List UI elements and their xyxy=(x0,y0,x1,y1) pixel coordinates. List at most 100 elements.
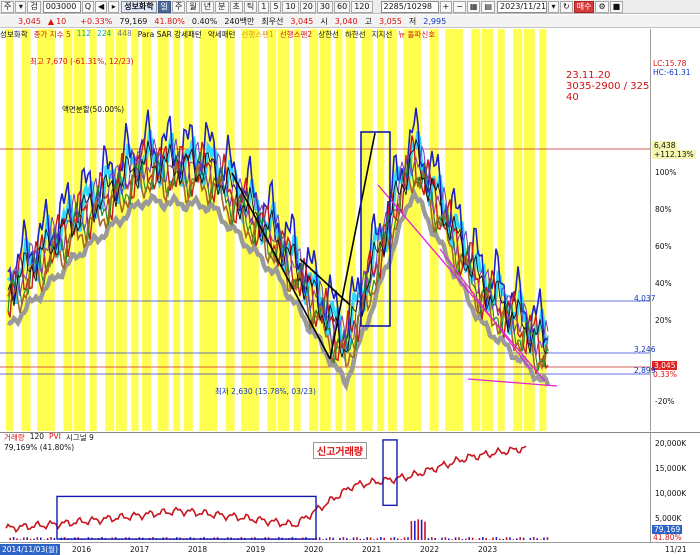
volume-bar xyxy=(339,537,341,541)
axis-top-label: LC:15.78 xyxy=(653,59,687,68)
highlight-band xyxy=(142,29,151,431)
axis-top-label: HC:-61.31 xyxy=(653,68,691,77)
date-end-label: 11/21 xyxy=(665,545,687,554)
volume-bar xyxy=(16,538,18,541)
range-input[interactable]: 2285/10298 xyxy=(380,0,439,13)
interval-30-button[interactable]: 30 xyxy=(316,0,334,13)
legend-item[interactable]: 선행스팬1 xyxy=(241,29,273,40)
legend-item[interactable]: 112 xyxy=(77,29,91,40)
highlight-band xyxy=(539,29,547,431)
period-tick-button[interactable]: 틱 xyxy=(243,0,258,13)
legend-item[interactable]: 하한선 xyxy=(345,29,366,40)
year-label: 2018 xyxy=(188,545,208,554)
period-week-button[interactable]: 주 xyxy=(172,0,186,13)
note-line-2: 3035-2900 / 3250 xyxy=(566,81,652,92)
period-day-button[interactable]: 일 xyxy=(157,0,172,13)
date-axis[interactable]: 2014/11/03(월) 2016 2017 2018 2019 2020 2… xyxy=(0,542,700,555)
lock-icon[interactable]: ■ xyxy=(609,0,624,13)
priority-label: 최우선 xyxy=(261,16,284,26)
period-year-button[interactable]: 년 xyxy=(200,0,215,13)
volume-bar xyxy=(26,537,28,541)
legend-item[interactable]: 상한선 xyxy=(318,29,339,40)
volume-box-right xyxy=(382,439,398,507)
period-minute-button[interactable]: 분 xyxy=(215,0,229,13)
highlight-band xyxy=(309,29,319,431)
legend-item[interactable]: 448 xyxy=(117,29,131,40)
high-annotation: 최고 7,670 (-61.31%, 12/23) xyxy=(30,57,134,66)
legend-item[interactable]: Para SAR 강세패턴 xyxy=(138,29,202,40)
grid-icon[interactable]: ▦ xyxy=(466,0,481,13)
year-label: 2022 xyxy=(420,545,440,554)
volume-bar xyxy=(390,537,392,541)
volume-bar xyxy=(471,537,474,541)
volume-legend-item[interactable]: 120 xyxy=(30,432,44,443)
axis-tick: 80% xyxy=(655,205,672,214)
volume-bar xyxy=(478,538,481,541)
interval-60-button[interactable]: 60 xyxy=(334,0,351,13)
highlight-band xyxy=(497,29,505,431)
calendar-icon[interactable]: ▤ xyxy=(481,0,496,13)
volume-tick: 10,000K xyxy=(655,489,687,498)
legend-item[interactable]: 선행스팬2 xyxy=(280,29,312,40)
calendar-picker-icon[interactable]: ▾ xyxy=(548,0,560,13)
zoom-out-button[interactable]: − xyxy=(453,0,466,13)
buy-button[interactable]: 매수 xyxy=(573,0,595,13)
volume-legend-item[interactable]: 거래량 xyxy=(4,432,25,443)
highlight-band xyxy=(6,29,13,431)
interval-10-button[interactable]: 10 xyxy=(282,0,299,13)
search-button[interactable]: Q xyxy=(81,0,95,13)
zoom-in-button[interactable]: + xyxy=(439,0,453,13)
price-chart[interactable] xyxy=(0,29,650,431)
highlight-band xyxy=(319,29,331,431)
new-high-volume-badge: 신고거래량 xyxy=(313,442,367,459)
date-input[interactable]: 2023/11/21 xyxy=(497,0,548,13)
year-label: 2020 xyxy=(304,545,324,554)
period-month-button[interactable]: 월 xyxy=(186,0,200,13)
interval-120-button[interactable]: 120 xyxy=(351,0,373,13)
volume-bar xyxy=(342,537,345,541)
volume-bar xyxy=(458,537,460,541)
volume-legend-item[interactable]: PVI xyxy=(49,432,61,443)
price-axis[interactable]: LC:15.78 HC:-61.31 6,438 +112.13% 100% 8… xyxy=(650,29,700,431)
volume-axis[interactable]: 20,000K 15,000K 10,000K 5,000K 79,169 41… xyxy=(650,432,700,542)
legend-item[interactable]: 뉴 돌파신호 xyxy=(398,29,435,40)
volume-bar xyxy=(512,539,515,541)
dropdown-button[interactable]: ▾ xyxy=(15,0,27,13)
indicator-legend: 성보화학 종가 지수 5 112 224 448 Para SAR 강세패턴 약… xyxy=(0,29,650,40)
volume-bar xyxy=(420,519,423,541)
legend-item[interactable]: 지지선 xyxy=(372,29,393,40)
volume-bar xyxy=(19,539,22,541)
stock-name: 성보화학 xyxy=(121,0,157,13)
mode-button[interactable]: ▸ xyxy=(108,0,120,13)
legend-item[interactable]: 224 xyxy=(97,29,111,40)
legend-item[interactable]: 성보화학 xyxy=(0,29,28,40)
volume-bar xyxy=(46,538,49,541)
interval-1-button[interactable]: 1 xyxy=(258,0,270,13)
market-button[interactable]: 검 xyxy=(27,0,41,13)
volume-bar xyxy=(53,537,56,541)
refresh-icon[interactable]: ↻ xyxy=(560,0,573,13)
stock-code-input[interactable]: 003000 xyxy=(42,0,81,13)
settings-icon[interactable]: ⚙ xyxy=(595,0,609,13)
volume-bar xyxy=(533,537,535,541)
volume-bar xyxy=(482,537,484,541)
axis-tick: -20% xyxy=(655,397,675,406)
volume-legend-item[interactable]: 시그널 9 xyxy=(66,432,94,443)
highlight-band xyxy=(482,29,493,431)
volume-bar xyxy=(448,538,450,541)
open-label: 시 xyxy=(320,16,328,26)
period-second-button[interactable]: 초 xyxy=(229,0,243,13)
open-price-2: 3,040 xyxy=(334,16,358,26)
volume-bar xyxy=(325,538,328,541)
volume-bar xyxy=(318,537,321,541)
low-price: 2,995 xyxy=(423,16,447,26)
legend-item[interactable]: 약세패턴 xyxy=(208,29,236,40)
menu-button[interactable]: 주 xyxy=(1,0,15,13)
high-tag: 6,438 xyxy=(652,141,678,150)
interval-5-button[interactable]: 5 xyxy=(270,0,282,13)
level-label-4037: 4,037 xyxy=(634,294,656,303)
legend-item[interactable]: 종가 지수 5 xyxy=(34,29,71,40)
interval-20-button[interactable]: 20 xyxy=(299,0,316,13)
prev-button[interactable]: ◀ xyxy=(95,0,108,13)
volume-bar xyxy=(505,537,508,541)
